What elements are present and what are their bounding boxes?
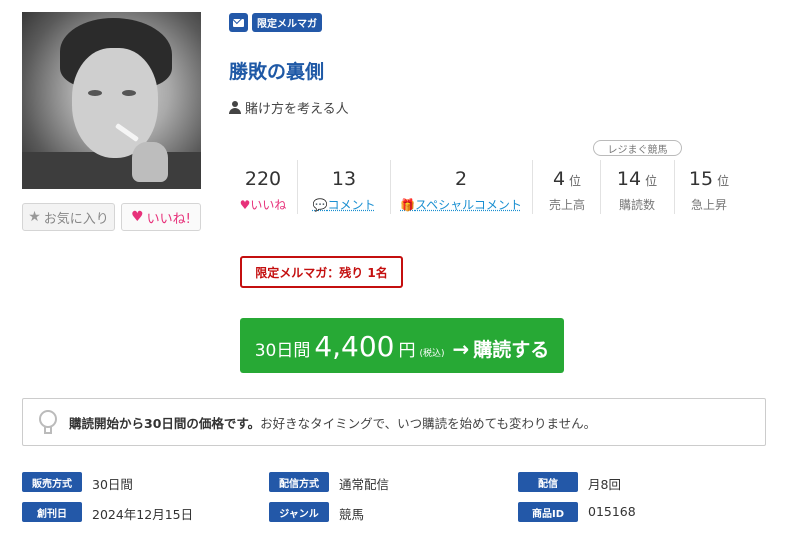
subscribe-button[interactable]: 30日間 4,400 円 (税込) → 購読する [240, 318, 564, 373]
subscribe-currency: 円 [398, 341, 416, 361]
pricing-info-text: お好きなタイミングで、いつ購読を始めても変わりません。 [260, 415, 597, 431]
likes-stat: 220 ♥いいね [232, 168, 294, 213]
heart-icon: ♥ [131, 209, 144, 225]
limited-badge: 限定メルマガ [252, 13, 322, 32]
like-label: いいね! [146, 211, 191, 227]
meta-tag-launch-date: 創刊日 [22, 502, 82, 522]
lightbulb-icon [39, 410, 57, 436]
author-photo [22, 12, 201, 189]
subscribe-period: 30日間 [254, 341, 311, 361]
meta-tag-product-id: 商品ID [518, 502, 578, 522]
subs-rank-value: 14 [616, 168, 642, 190]
sales-rank: 4位 売上高 [538, 168, 596, 213]
subscribe-price: 4,400 [314, 330, 395, 363]
person-icon [229, 101, 241, 114]
meta-tag-genre: ジャンル [269, 502, 329, 522]
rise-rank-unit: 位 [717, 174, 730, 188]
meta-value-genre[interactable]: 競馬 [339, 504, 364, 523]
special-label[interactable]: スペシャルコメント [415, 198, 522, 212]
rise-rank-value: 15 [688, 168, 714, 190]
comment-icon: 💬 [312, 198, 328, 212]
likes-count: 220 [244, 168, 282, 190]
comments-count: 13 [331, 168, 357, 190]
heart-icon: ♥ [239, 198, 251, 212]
meta-value-delivery-method: 通常配信 [339, 477, 390, 492]
author[interactable]: 賭け方を考える人 [229, 98, 349, 117]
arrow-right-icon: → [452, 337, 470, 361]
meta-tag-frequency: 配信 [518, 472, 578, 492]
meta-tag-delivery-method: 配信方式 [269, 472, 329, 492]
meta-tag-sales-method: 販売方式 [22, 472, 82, 492]
comments-label[interactable]: コメント [327, 198, 375, 212]
favorite-label: お気に入り [43, 211, 109, 227]
limited-remaining-notice: 限定メルマガ：残り 1名 [240, 256, 403, 288]
meta-value-launch-date: 2024年12月15日 [92, 507, 194, 522]
meta-value-product-id: 015168 [588, 504, 636, 519]
envelope-icon [229, 13, 248, 32]
gift-icon: 🎁 [400, 198, 416, 212]
subs-rank-label: 購読数 [618, 198, 655, 212]
subs-rank-unit: 位 [645, 174, 658, 188]
rising-rank: 15 位 急上昇 [678, 168, 740, 213]
sales-rank-label: 売上高 [548, 198, 585, 212]
ranking-category: レジまぐ競馬 [593, 140, 682, 156]
special-comments-stat[interactable]: 2 🎁スペシャルコメント [400, 168, 522, 213]
likes-label: いいね [250, 198, 287, 212]
pricing-info: 購読開始から30日間の価格です。 お好きなタイミングで、いつ購読を始めても変わり… [22, 398, 766, 446]
comments-stat[interactable]: 13 💬コメント [306, 168, 382, 213]
special-count: 2 [454, 168, 468, 190]
author-name: 賭け方を考える人 [245, 102, 349, 117]
subscribe-label: 購読する [473, 339, 550, 361]
favorite-button[interactable]: ★ お気に入り [22, 203, 115, 231]
like-button[interactable]: ♥ いいね! [121, 203, 201, 231]
subscribers-rank: 14 位 購読数 [604, 168, 670, 213]
sales-rank-value: 4 [552, 168, 566, 190]
rise-rank-label: 急上昇 [690, 198, 727, 212]
meta-value-sales-method: 30日間 [92, 477, 133, 492]
magazine-title: 勝敗の裏側 [229, 61, 325, 83]
star-icon: ★ [28, 209, 41, 225]
magazine-detail: ★ お気に入り ♥ いいね! 限定メルマガ 勝敗の裏側 賭け方を考える人 220… [0, 0, 795, 533]
pricing-info-bold: 購読開始から30日間の価格です。 [69, 415, 261, 431]
meta-value-frequency: 月8回 [588, 477, 621, 492]
subscribe-tax: (税込) [419, 349, 445, 359]
sales-rank-unit: 位 [569, 174, 582, 188]
